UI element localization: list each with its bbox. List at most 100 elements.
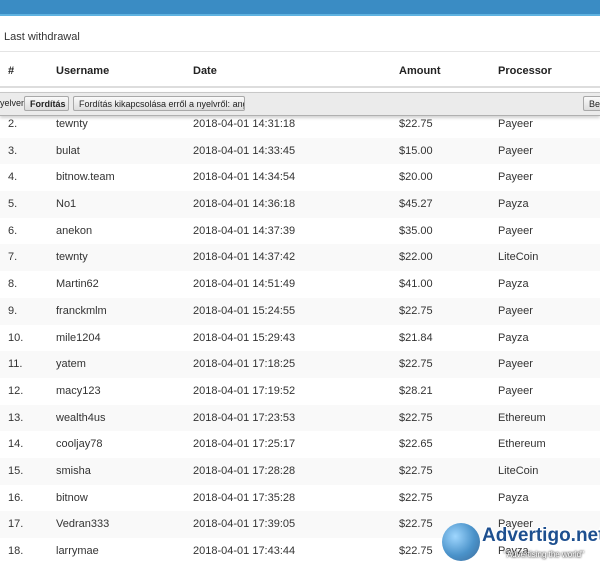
table-row: 12. macy123 2018-04-01 17:19:52 $28.21 Payee… [0, 377, 600, 405]
cell-date: 2018-04-01 14:51:49 [193, 278, 296, 291]
cell-date: 2018-04-01 15:29:43 [193, 331, 296, 344]
cell-number: 14. [8, 438, 24, 451]
column-header-number: # [8, 65, 15, 77]
cell-amount: $15.00 [399, 144, 433, 157]
watermark-tagline: "Advertising the world" [504, 550, 584, 559]
table-row: 7. tewnty 2018-04-01 14:37:42 $22.00 LiteCoi… [0, 244, 600, 272]
cell-number: 3. [8, 144, 18, 157]
cell-processor: Payeer [498, 144, 533, 157]
table-header-border [0, 86, 600, 88]
cell-processor: Payza [498, 331, 529, 344]
cell-username: larrymae [56, 545, 99, 557]
cell-date: 2018-04-01 14:37:42 [193, 251, 296, 264]
cell-number: 15. [8, 464, 24, 477]
cell-processor: Payeer [498, 304, 533, 317]
cell-date: 2018-04-01 14:36:18 [193, 198, 296, 211]
cell-number: 8. [8, 278, 18, 291]
disable-translation-button[interactable]: Fordítás kikapcsolása erről a nyelvről: … [73, 96, 245, 111]
translate-toolbar: yelven Fordítás Fordítás kikapcsolása er… [0, 92, 600, 116]
cell-date: 2018-04-01 17:18:25 [193, 358, 296, 371]
cell-number: 5. [8, 198, 18, 211]
cell-username: bitnow [56, 491, 88, 504]
cell-number: 10. [8, 331, 24, 344]
withdrawal-table-body: 2. tewnty 2018-04-01 14:31:18 $22.75 Payeer 3… [0, 111, 600, 565]
cell-amount: $22.75 [399, 464, 433, 477]
cell-username: bitnow.team [56, 171, 115, 184]
cell-number: 12. [8, 384, 24, 397]
table-row: 9. franckmlm 2018-04-01 15:24:55 $22.75 Paye… [0, 297, 600, 325]
cell-number: 4. [8, 171, 18, 184]
cell-processor: Payza [498, 491, 529, 504]
translate-button[interactable]: Fordítás [24, 96, 69, 111]
cell-username: No1 [56, 198, 77, 211]
cell-amount: $22.75 [399, 518, 433, 531]
cell-username: wealth4us [56, 411, 106, 424]
cell-username: mile1204 [56, 331, 101, 344]
cell-amount: $41.00 [399, 278, 433, 291]
cell-processor: LiteCoin [498, 251, 539, 264]
cell-amount: $22.00 [399, 251, 433, 264]
cell-amount: $22.65 [399, 438, 433, 451]
cell-processor: LiteCoin [498, 464, 539, 477]
cell-amount: $22.75 [399, 358, 433, 371]
column-header-amount: Amount [399, 65, 441, 77]
cell-date: 2018-04-01 17:19:52 [193, 384, 296, 397]
table-row: 6. anekon 2018-04-01 14:37:39 $35.00 Payeer [0, 217, 600, 245]
cell-date: 2018-04-01 17:28:28 [193, 464, 296, 477]
cell-amount: $35.00 [399, 224, 433, 237]
watermark-brand: Advertigo.net [482, 525, 600, 546]
table-row: 8. Martin62 2018-04-01 14:51:49 $41.00 Payza [0, 271, 600, 298]
cell-processor: Payza [498, 198, 529, 211]
cell-number: 17. [8, 518, 24, 531]
cell-username: anekon [56, 224, 93, 237]
cell-username: Vedran333 [56, 518, 110, 531]
cell-processor: Payeer [498, 118, 533, 130]
cell-number: 9. [8, 304, 18, 317]
table-row: 16. bitnow 2018-04-01 17:35:28 $22.75 Payza [0, 484, 600, 512]
cell-date: 2018-04-01 14:37:39 [193, 224, 296, 237]
cell-amount: $22.75 [399, 118, 433, 130]
column-header-processor: Processor [498, 65, 552, 77]
column-header-username: Username [56, 65, 110, 77]
watermark: Advertigo.net "Advertising the world" [440, 519, 600, 569]
cell-date: 2018-04-01 15:24:55 [193, 304, 296, 317]
cell-number: 2. [8, 118, 18, 130]
cell-date: 2018-04-01 17:25:17 [193, 438, 296, 451]
table-row: 5. No1 2018-04-01 14:36:18 $45.27 Payza [0, 191, 600, 218]
cell-processor: Ethereum [498, 411, 546, 424]
cell-username: yatem [56, 358, 86, 371]
cell-processor: Payeer [498, 171, 533, 184]
cell-username: cooljay78 [56, 438, 103, 451]
translate-settings-button[interactable]: Beá [583, 96, 600, 111]
cell-amount: $22.75 [399, 491, 433, 504]
table-row: 15. smisha 2018-04-01 17:28:28 $22.75 LiteCo… [0, 457, 600, 485]
cell-amount: $20.00 [399, 171, 433, 184]
panel-title: Last withdrawal [4, 31, 80, 43]
cell-amount: $22.75 [399, 304, 433, 317]
cell-username: macy123 [56, 384, 101, 397]
cell-username: tewnty [56, 251, 88, 264]
header-accent-line [0, 14, 600, 16]
table-row: 10. mile1204 2018-04-01 15:29:43 $21.84 Payz… [0, 324, 600, 352]
table-row: 14. cooljay78 2018-04-01 17:25:17 $22.65 Eth… [0, 431, 600, 458]
cell-date: 2018-04-01 17:39:05 [193, 518, 296, 531]
globe-icon [442, 523, 480, 561]
cell-date: 2018-04-01 17:35:28 [193, 491, 296, 504]
column-header-date: Date [193, 65, 217, 77]
table-row: 4. bitnow.team 2018-04-01 14:34:54 $20.00 Pa… [0, 164, 600, 192]
table-row: 3. bulat 2018-04-01 14:33:45 $15.00 Payeer [0, 137, 600, 165]
cell-processor: Payza [498, 278, 529, 291]
cell-username: franckmlm [56, 304, 107, 317]
cell-date: 2018-04-01 17:23:53 [193, 411, 296, 424]
cell-date: 2018-04-01 14:34:54 [193, 171, 296, 184]
table-row: 13. wealth4us 2018-04-01 17:23:53 $22.75 Eth… [0, 404, 600, 432]
cell-number: 7. [8, 251, 18, 264]
cell-number: 11. [8, 358, 23, 371]
cell-username: bulat [56, 144, 80, 157]
cell-number: 13. [8, 411, 24, 424]
cell-processor: Ethereum [498, 438, 546, 451]
cell-processor: Payeer [498, 358, 533, 371]
cell-number: 6. [8, 224, 18, 237]
cell-date: 2018-04-01 14:33:45 [193, 144, 296, 157]
cell-number: 16. [8, 491, 24, 504]
